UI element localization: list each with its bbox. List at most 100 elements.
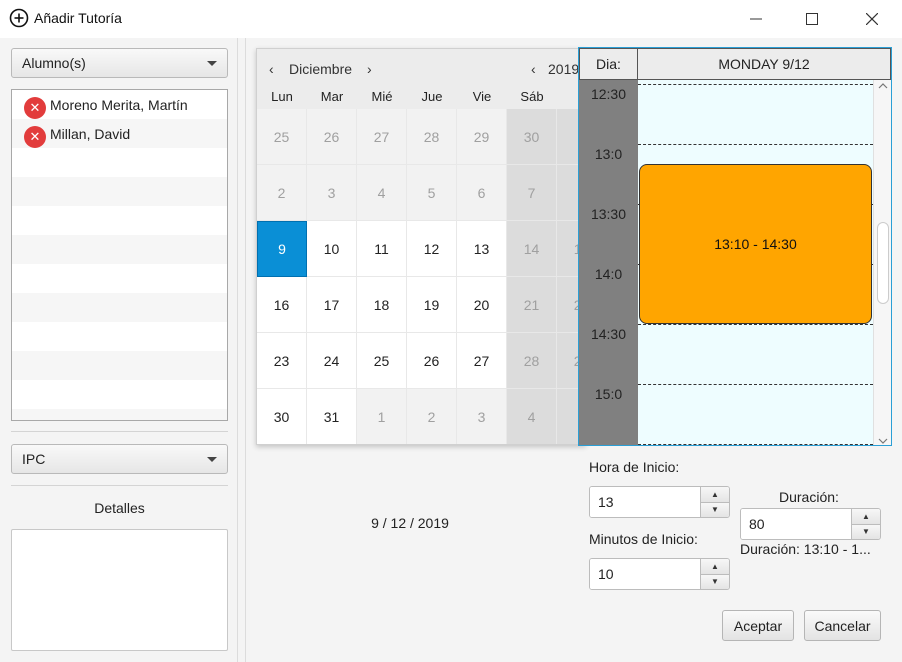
calendar-day[interactable]: 16 <box>257 277 307 333</box>
calendar-day[interactable]: 18 <box>357 277 407 333</box>
weekday-label: Mar <box>320 89 344 104</box>
scroll-up-icon[interactable] <box>878 82 888 90</box>
calendar-day[interactable]: 24 <box>307 333 357 389</box>
prev-year-icon[interactable]: ‹ <box>531 61 536 77</box>
calendar-day[interactable]: 19 <box>407 277 457 333</box>
calendar-day[interactable]: 17 <box>307 277 357 333</box>
scroll-down-icon[interactable] <box>878 437 888 445</box>
calendar-day[interactable]: 6 <box>457 165 507 221</box>
list-item-empty <box>12 322 227 351</box>
calendar-day[interactable]: 4 <box>357 165 407 221</box>
time-gridline <box>638 84 873 85</box>
duracion-spinner[interactable]: ▲ ▼ <box>740 508 881 540</box>
cancel-button[interactable]: Cancelar <box>804 610 881 641</box>
list-item-empty <box>12 206 227 235</box>
calendar-day[interactable]: 3 <box>307 165 357 221</box>
student-name: Millan, David <box>50 125 131 142</box>
chevron-down-icon <box>207 456 217 462</box>
scrollbar-thumb[interactable] <box>877 222 889 304</box>
prev-month-icon[interactable]: ‹ <box>269 61 274 77</box>
weekday-label: Sáb <box>520 89 544 104</box>
hora-input[interactable] <box>590 487 700 517</box>
calendar-day[interactable]: 4 <box>507 389 557 444</box>
calendar-day[interactable]: 20 <box>457 277 507 333</box>
details-textarea[interactable] <box>11 529 228 651</box>
calendar-day[interactable]: 28 <box>507 333 557 389</box>
duracion-summary: Duración: 13:10 - 1... <box>740 541 871 557</box>
calendar-grid: 2526272829301234567891011121314151617181… <box>257 109 585 444</box>
calendar-day[interactable]: 27 <box>457 333 507 389</box>
day-column-header: MONDAY 9/12 <box>638 48 891 80</box>
next-month-icon[interactable]: › <box>367 61 372 77</box>
students-combo[interactable]: Alumno(s) <box>11 48 228 78</box>
calendar-day[interactable]: 7 <box>507 165 557 221</box>
duracion-input[interactable] <box>741 509 851 539</box>
calendar-day[interactable]: 31 <box>307 389 357 444</box>
calendar-day[interactable]: 9 <box>257 221 307 277</box>
increment-icon[interactable]: ▲ <box>701 487 729 502</box>
list-item-empty <box>12 351 227 380</box>
appointment-block[interactable]: 13:10 - 14:30 <box>639 164 872 324</box>
divider <box>11 485 228 486</box>
list-item-empty <box>12 409 227 420</box>
increment-icon[interactable]: ▲ <box>701 559 729 574</box>
weekday-label: Mié <box>371 89 393 104</box>
minimize-button[interactable] <box>733 4 779 34</box>
time-label: 14:0 <box>594 266 623 282</box>
list-item[interactable]: ✕ Millan, David <box>12 119 227 148</box>
calendar-week-row: 2345678 <box>257 165 585 221</box>
time-label: 13:0 <box>594 146 623 162</box>
minutos-spinner[interactable]: ▲ ▼ <box>589 558 730 590</box>
calendar-day[interactable]: 14 <box>507 221 557 277</box>
calendar-header: ‹ Diciembre › ‹ 2019 <box>257 49 585 89</box>
time-label: 15:0 <box>594 386 623 402</box>
calendar-day[interactable]: 30 <box>507 109 557 165</box>
decrement-icon[interactable]: ▼ <box>701 501 729 517</box>
calendar-day[interactable]: 13 <box>457 221 507 277</box>
time-label: 14:30 <box>590 326 627 342</box>
decrement-icon[interactable]: ▼ <box>701 573 729 589</box>
hora-spinner[interactable]: ▲ ▼ <box>589 486 730 518</box>
selected-date-label: 9 / 12 / 2019 <box>371 515 449 531</box>
calendar-day[interactable]: 2 <box>407 389 457 444</box>
schedule-scrollbar[interactable] <box>873 80 891 445</box>
remove-icon[interactable]: ✕ <box>24 125 46 148</box>
close-button[interactable] <box>849 4 895 34</box>
minutos-label: Minutos de Inicio: <box>589 531 698 547</box>
time-gridline <box>638 144 873 145</box>
calendar-day[interactable]: 2 <box>257 165 307 221</box>
minimize-icon <box>750 18 762 20</box>
calendar-day[interactable]: 21 <box>507 277 557 333</box>
list-item-empty <box>12 380 227 409</box>
time-gridline <box>638 444 873 445</box>
calendar-day[interactable]: 26 <box>307 109 357 165</box>
calendar-day[interactable]: 25 <box>357 333 407 389</box>
calendar-week-row: 9101112131415 <box>257 221 585 277</box>
calendar-day[interactable]: 29 <box>457 109 507 165</box>
calendar-day[interactable]: 27 <box>357 109 407 165</box>
calendar-day[interactable]: 28 <box>407 109 457 165</box>
schedule-grid[interactable]: 13:10 - 14:30 <box>638 80 873 445</box>
accept-button[interactable]: Aceptar <box>722 610 794 641</box>
calendar-day[interactable]: 23 <box>257 333 307 389</box>
minutos-input[interactable] <box>590 559 700 589</box>
calendar-day[interactable]: 25 <box>257 109 307 165</box>
subject-combo[interactable]: IPC <box>11 444 228 474</box>
calendar-day[interactable]: 3 <box>457 389 507 444</box>
decrement-icon[interactable]: ▼ <box>852 523 880 539</box>
list-item[interactable]: ✕ Moreno Merita, Martín <box>12 90 227 119</box>
list-item-empty <box>12 177 227 206</box>
calendar-day[interactable]: 12 <box>407 221 457 277</box>
calendar-day[interactable]: 26 <box>407 333 457 389</box>
calendar-week-row: 16171819202122 <box>257 277 585 333</box>
calendar-day[interactable]: 1 <box>357 389 407 444</box>
calendar-day[interactable]: 11 <box>357 221 407 277</box>
calendar-day[interactable]: 30 <box>257 389 307 444</box>
calendar-day[interactable]: 5 <box>407 165 457 221</box>
calendar-day[interactable]: 10 <box>307 221 357 277</box>
maximize-button[interactable] <box>789 4 835 34</box>
remove-icon[interactable]: ✕ <box>24 96 46 119</box>
hora-label: Hora de Inicio: <box>589 459 680 475</box>
students-list[interactable]: ✕ Moreno Merita, Martín ✕ Millan, David <box>11 89 228 421</box>
increment-icon[interactable]: ▲ <box>852 509 880 524</box>
